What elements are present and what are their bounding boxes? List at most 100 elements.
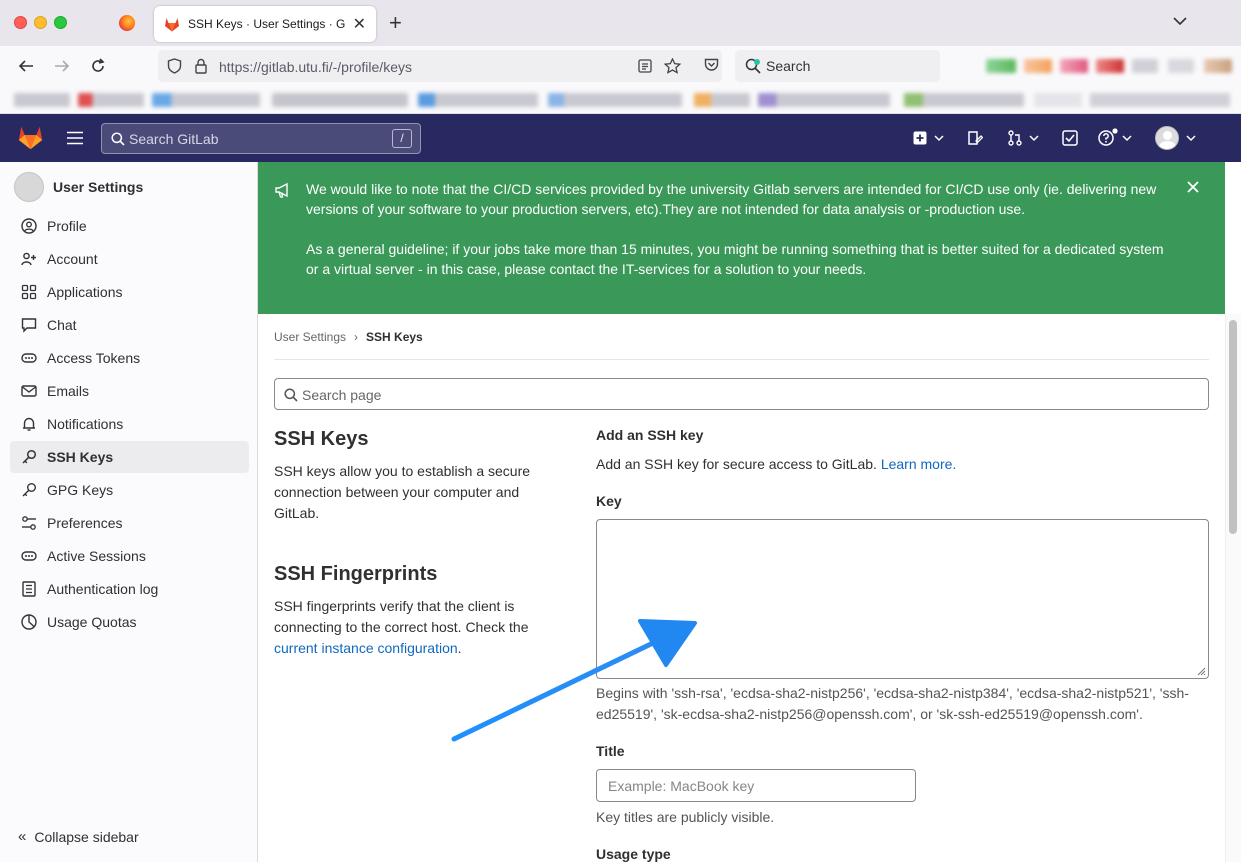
bookmark-item[interactable] <box>272 93 408 107</box>
extension-icon[interactable] <box>1132 59 1158 73</box>
sidebar-item-label: Access Tokens <box>47 350 141 366</box>
tab-list-chevron-icon[interactable] <box>1173 16 1187 26</box>
lock-icon[interactable] <box>194 58 208 74</box>
close-tab-icon[interactable]: ✕ <box>353 14 366 34</box>
menu-hamburger-icon[interactable] <box>67 131 83 145</box>
bookmark-item[interactable] <box>904 93 1024 107</box>
sidebar-item-label: Emails <box>47 383 90 399</box>
reload-icon[interactable] <box>90 58 106 74</box>
close-icon[interactable] <box>1187 181 1199 193</box>
learn-more-link[interactable]: Learn more. <box>881 456 956 472</box>
search-engine-icon <box>745 58 761 74</box>
sidebar-item-profile[interactable]: Profile <box>10 210 249 242</box>
create-new-icon[interactable] <box>913 131 927 145</box>
key-label: Key <box>596 493 622 509</box>
extension-icon[interactable] <box>986 59 1016 73</box>
chevron-down-icon[interactable] <box>934 135 944 142</box>
resize-handle-icon[interactable] <box>1196 666 1206 676</box>
sidebar-item-usage-quotas[interactable]: Usage Quotas <box>10 606 249 638</box>
extension-icon[interactable] <box>1204 59 1232 73</box>
shield-icon[interactable] <box>167 58 182 74</box>
sidebar-item-gpg-keys[interactable]: GPG Keys <box>10 474 249 506</box>
sidebar-item-preferences[interactable]: Preferences <box>10 507 249 539</box>
collapse-sidebar-button[interactable]: « Collapse sidebar <box>18 828 139 845</box>
sidebar-item-ssh-keys[interactable]: SSH Keys <box>10 441 249 473</box>
browser-search-bar[interactable]: Search <box>735 50 940 82</box>
sidebar-item-account[interactable]: Account <box>10 243 249 275</box>
breadcrumb: User Settings › SSH Keys <box>274 330 423 344</box>
page-search-input[interactable]: Search page <box>274 378 1209 410</box>
sidebar-item-active-sessions[interactable]: Active Sessions <box>10 540 249 572</box>
title-input[interactable]: Example: MacBook key <box>596 769 916 802</box>
url-bar[interactable]: https://gitlab.utu.fi/-/profile/keys <box>158 50 722 82</box>
sidebar-item-label: Active Sessions <box>47 548 146 564</box>
gitlab-search-input[interactable]: Search GitLab / <box>101 123 421 154</box>
chevron-down-icon[interactable] <box>1029 135 1039 142</box>
url-text[interactable]: https://gitlab.utu.fi/-/profile/keys <box>219 59 412 75</box>
chevron-down-icon[interactable] <box>1186 135 1196 142</box>
bookmark-item[interactable] <box>694 93 750 107</box>
extension-icon[interactable] <box>1060 59 1088 73</box>
browser-tab-active[interactable]: SSH Keys · User Settings · GitLab ✕ <box>154 6 376 42</box>
annotation-arrow <box>451 619 697 742</box>
title-placeholder: Example: MacBook key <box>608 778 755 794</box>
window-zoom-button[interactable] <box>54 16 67 29</box>
window-minimize-button[interactable] <box>34 16 47 29</box>
bookmark-star-icon[interactable] <box>664 58 681 74</box>
add-ssh-key-intro-text: Add an SSH key for secure access to GitL… <box>596 456 877 472</box>
user-avatar[interactable] <box>1155 126 1179 150</box>
sidebar-item-label: SSH Keys <box>47 449 114 465</box>
sidebar-item-emails[interactable]: Emails <box>10 375 249 407</box>
chevron-down-icon[interactable] <box>1122 135 1132 142</box>
reader-view-icon[interactable] <box>638 59 652 73</box>
extension-icon[interactable] <box>1168 59 1194 73</box>
gitlab-logo-icon[interactable] <box>17 125 44 150</box>
extension-icon[interactable] <box>1024 59 1052 73</box>
gitlab-search-placeholder: Search GitLab <box>129 131 219 147</box>
bookmark-item[interactable] <box>152 93 260 107</box>
usage-type-label: Usage type <box>596 846 671 862</box>
banner-text: We would like to note that the CI/CD ser… <box>306 179 1176 279</box>
bookmark-item[interactable] <box>758 93 890 107</box>
profile-icon <box>20 218 37 235</box>
forward-icon[interactable] <box>54 58 70 74</box>
sidebar-item-access-tokens[interactable]: Access Tokens <box>10 342 249 374</box>
bookmark-item[interactable] <box>418 93 538 107</box>
help-icon[interactable] <box>1098 128 1118 146</box>
sidebar-item-applications[interactable]: Applications <box>10 276 249 308</box>
pocket-icon[interactable] <box>704 58 719 72</box>
tab-title: SSH Keys · User Settings · GitLab <box>188 17 345 31</box>
bookmark-item[interactable] <box>14 93 70 107</box>
issues-icon[interactable] <box>967 130 983 146</box>
breadcrumb-parent-link[interactable]: User Settings <box>274 330 346 344</box>
sidebar-item-notifications[interactable]: Notifications <box>10 408 249 440</box>
ssh-fingerprints-heading: SSH Fingerprints <box>274 563 438 585</box>
sidebar-header[interactable]: User Settings <box>14 172 143 202</box>
add-ssh-key-intro: Add an SSH key for secure access to GitL… <box>596 454 956 475</box>
back-icon[interactable] <box>18 58 34 74</box>
sidebar-item-label: Preferences <box>47 515 123 531</box>
bookmark-item[interactable] <box>1034 93 1082 107</box>
browser-tab-bar: SSH Keys · User Settings · GitLab ✕ + <box>0 0 1241 46</box>
bookmark-item[interactable] <box>548 93 682 107</box>
sidebar-item-chat[interactable]: Chat <box>10 309 249 341</box>
bookmark-item[interactable] <box>78 93 144 107</box>
sidebar-item-label: Usage Quotas <box>47 614 137 630</box>
firefox-tab-icon[interactable] <box>119 15 135 31</box>
new-tab-button[interactable]: + <box>389 10 402 36</box>
window-close-button[interactable] <box>14 16 27 29</box>
ssh-keys-heading: SSH Keys <box>274 428 369 450</box>
merge-requests-icon[interactable] <box>1007 130 1023 146</box>
avatar <box>14 172 44 202</box>
instance-configuration-link[interactable]: current instance configuration <box>274 640 458 656</box>
ssh-keys-description: SSH keys allow you to establish a secure… <box>274 463 531 521</box>
todo-checkbox-icon[interactable] <box>1062 130 1078 146</box>
bookmark-item[interactable] <box>1090 93 1230 107</box>
add-ssh-key-heading: Add an SSH key <box>596 427 704 443</box>
sidebar-item-authentication-log[interactable]: Authentication log <box>10 573 249 605</box>
extension-icon[interactable] <box>1096 59 1124 73</box>
sidebar-title: User Settings <box>53 179 144 195</box>
gitlab-top-bar: Search GitLab / <box>0 114 1241 162</box>
mail-icon <box>20 383 37 400</box>
page-scrollbar-thumb[interactable] <box>1229 320 1237 534</box>
